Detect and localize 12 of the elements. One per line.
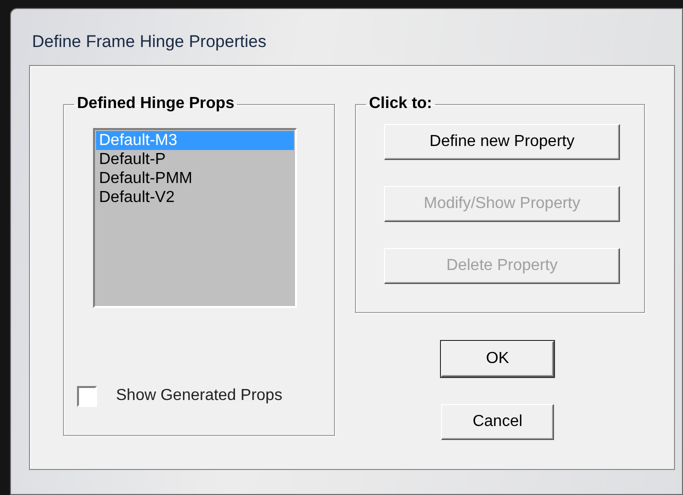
list-box[interactable]: Default-M3 Default-P Default-PMM Default-V2 [93,128,297,308]
ok-button[interactable]: OK [441,341,554,377]
cancel-button[interactable]: Cancel [441,404,554,440]
list-item[interactable]: Default-V2 [96,188,294,207]
checkbox-label[interactable]: Show Generated Props [116,384,282,408]
list-item[interactable]: Default-PMM [96,169,294,188]
window-title: Define Frame Hinge Properties [31,31,266,53]
checkbox[interactable] [77,386,97,406]
list-item[interactable]: Default-P [96,150,294,169]
group-title: Click to: [368,96,434,112]
property-button[interactable]: Define new Property [384,124,620,160]
group-title: Defined Hinge Props [76,96,236,112]
